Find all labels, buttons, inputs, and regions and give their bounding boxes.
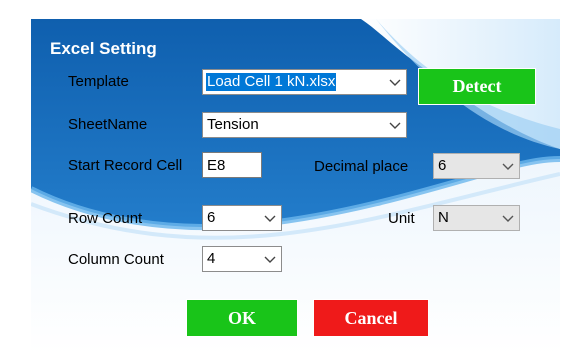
- unit-value: N: [438, 209, 449, 226]
- excel-setting-panel: Excel Setting Template Load Cell 1 kN.xl…: [31, 19, 560, 354]
- decimal-place-value: 6: [438, 157, 447, 174]
- row-count-dropdown[interactable]: 6: [202, 205, 282, 231]
- cancel-button[interactable]: Cancel: [313, 299, 429, 337]
- chevron-down-icon: [264, 215, 276, 222]
- sheetname-value: Tension: [207, 116, 259, 133]
- decimal-place-label: Decimal place: [314, 158, 409, 175]
- row-count-label: Row Count: [68, 210, 143, 227]
- chevron-down-icon: [502, 215, 514, 222]
- unit-label: Unit: [388, 210, 415, 227]
- sheetname-dropdown[interactable]: Tension: [202, 112, 407, 138]
- detect-button[interactable]: Detect: [418, 68, 536, 105]
- unit-dropdown[interactable]: N: [433, 205, 520, 231]
- sheetname-label: SheetName: [68, 116, 148, 133]
- column-count-dropdown[interactable]: 4: [202, 246, 282, 272]
- row-count-value: 6: [207, 209, 216, 226]
- start-record-value: E8: [207, 157, 226, 174]
- dialog-title: Excel Setting: [50, 39, 157, 58]
- ok-button[interactable]: OK: [186, 299, 298, 337]
- chevron-down-icon: [389, 79, 401, 86]
- window: Excel Setting Template Load Cell 1 kN.xl…: [0, 0, 574, 354]
- chevron-down-icon: [264, 256, 276, 263]
- column-count-value: 4: [207, 250, 216, 267]
- template-dropdown[interactable]: Load Cell 1 kN.xlsx: [202, 69, 407, 95]
- column-count-label: Column Count: [68, 251, 164, 268]
- chevron-down-icon: [389, 122, 401, 129]
- chevron-down-icon: [502, 163, 514, 170]
- template-label: Template: [68, 73, 129, 90]
- start-record-label: Start Record Cell: [68, 157, 183, 174]
- start-record-input[interactable]: E8: [202, 152, 262, 178]
- template-value: Load Cell 1 kN.xlsx: [206, 73, 337, 91]
- decimal-place-dropdown[interactable]: 6: [433, 153, 520, 179]
